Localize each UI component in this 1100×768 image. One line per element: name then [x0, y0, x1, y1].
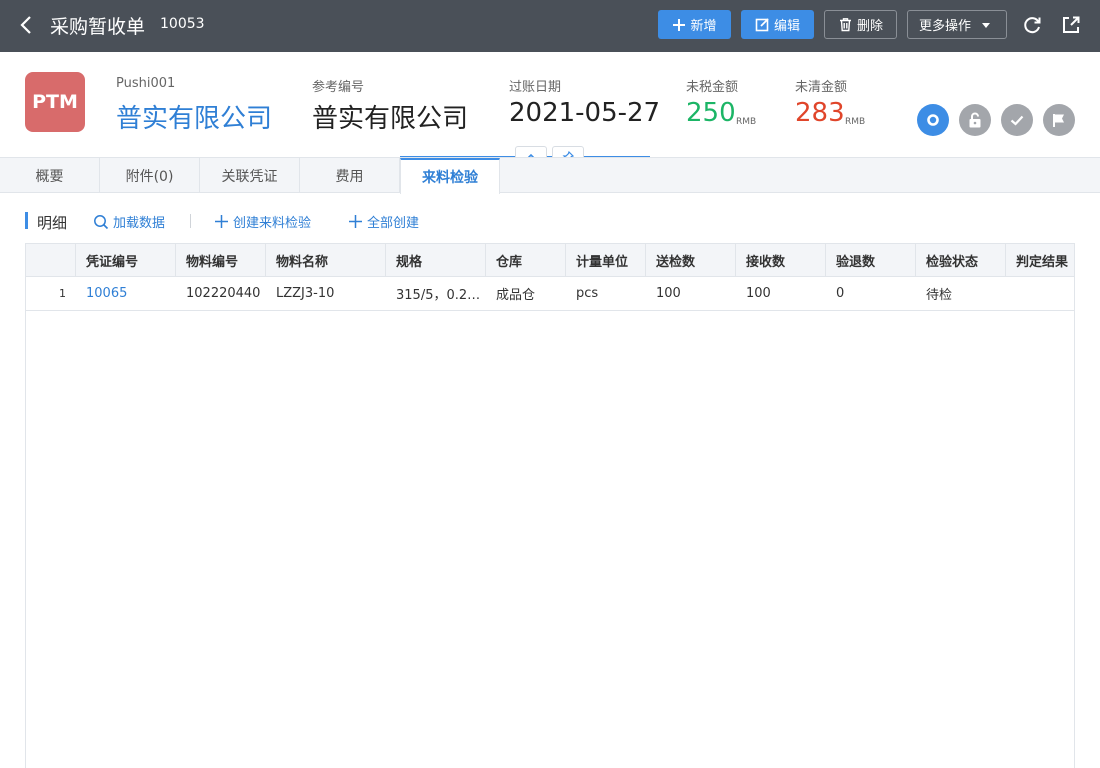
untaxed-amount-label: 未税金额	[686, 80, 739, 95]
inspection-status-cell: 待检	[926, 288, 953, 303]
reference-no-label: 参考编号	[312, 80, 365, 95]
edit-icon	[755, 18, 769, 32]
row-index-header	[26, 244, 76, 276]
section-marker	[25, 212, 28, 229]
tab-attachments[interactable]: 附件(0)	[100, 158, 200, 193]
load-data-button[interactable]: 加载数据	[93, 212, 165, 231]
received-qty-cell: 100	[746, 286, 771, 301]
warehouse-cell: 成品仓	[496, 288, 536, 303]
column-header[interactable]: 验退数	[826, 244, 916, 276]
toolbar-divider	[190, 214, 191, 228]
delete-button-label: 删除	[856, 19, 883, 34]
row-index: 1	[59, 287, 66, 300]
column-header[interactable]: 仓库	[486, 244, 566, 276]
untaxed-amount-currency: RMB	[736, 117, 757, 127]
sent-qty-cell: 100	[656, 286, 681, 301]
new-button-label: 新增	[690, 19, 717, 34]
status-open-icon[interactable]	[917, 104, 949, 136]
trash-icon	[839, 18, 851, 32]
table-row[interactable]: 1 10065 102220440 LZZJ3-10 315/5，0.2… 成品…	[26, 277, 1074, 311]
edit-button[interactable]: 编辑	[741, 10, 814, 39]
new-button[interactable]: 新增	[658, 10, 731, 39]
column-header[interactable]: 计量单位	[566, 244, 646, 276]
tab-incoming-inspection[interactable]: 来料检验	[400, 158, 500, 194]
create-inspection-button[interactable]: 创建来料检验	[214, 212, 311, 231]
company-logo: PTM	[25, 72, 85, 132]
open-amount-currency: RMB	[845, 117, 866, 127]
column-header[interactable]: 规格	[386, 244, 486, 276]
share-icon[interactable]	[1060, 14, 1082, 36]
table-header: 凭证编号 物料编号 物料名称 规格 仓库 计量单位 送检数 接收数 验退数 检验…	[26, 244, 1074, 277]
more-actions-label: 更多操作	[918, 19, 971, 34]
caret-down-icon	[982, 22, 990, 28]
top-bar: 采购暂收单 10053 新增 编辑 删除 更多操作	[0, 0, 1100, 52]
refresh-icon[interactable]	[1021, 14, 1043, 36]
partner-name-link[interactable]: 普实有限公司	[116, 98, 272, 135]
voucher-no-link[interactable]: 10065	[76, 277, 176, 310]
document-number: 10053	[160, 16, 205, 32]
detail-table: 凭证编号 物料编号 物料名称 规格 仓库 计量单位 送检数 接收数 验退数 检验…	[25, 243, 1075, 768]
plus-icon	[349, 215, 362, 228]
tab-related-vouchers[interactable]: 关联凭证	[200, 158, 300, 193]
delete-button[interactable]: 删除	[824, 10, 897, 39]
open-amount-value: 283	[795, 98, 845, 128]
create-all-button[interactable]: 全部创建	[348, 212, 419, 231]
column-header[interactable]: 送检数	[646, 244, 736, 276]
search-icon	[94, 214, 109, 229]
plus-icon	[215, 215, 228, 228]
column-header[interactable]: 接收数	[736, 244, 826, 276]
section-title: 明细	[37, 214, 68, 232]
create-inspection-label: 创建来料检验	[233, 216, 312, 231]
uom-cell: pcs	[576, 286, 599, 301]
edit-button-label: 编辑	[773, 19, 800, 34]
column-header[interactable]: 物料名称	[266, 244, 386, 276]
tab-overview[interactable]: 概要	[0, 158, 100, 193]
result-cell	[1006, 277, 1074, 310]
column-header[interactable]: 物料编号	[176, 244, 266, 276]
untaxed-amount-value: 250	[686, 98, 736, 128]
column-header[interactable]: 检验状态	[916, 244, 1006, 276]
create-all-label: 全部创建	[367, 216, 420, 231]
open-amount-label: 未清金额	[795, 80, 848, 95]
plus-icon	[673, 18, 686, 31]
more-actions-dropdown[interactable]: 更多操作	[907, 10, 1007, 39]
back-arrow-icon[interactable]	[16, 14, 38, 36]
column-header[interactable]: 凭证编号	[76, 244, 176, 276]
spec-cell: 315/5，0.2…	[396, 288, 481, 303]
status-lock-icon[interactable]	[959, 104, 991, 136]
column-header[interactable]: 判定结果	[1006, 244, 1074, 276]
material-no-cell: 102220440	[186, 286, 261, 301]
returned-qty-cell: 0	[836, 286, 845, 301]
partner-code-label: Pushi001	[116, 76, 176, 91]
material-name-cell: LZZJ3-10	[276, 286, 335, 301]
tab-expenses[interactable]: 费用	[300, 158, 400, 193]
status-flag-icon[interactable]	[1043, 104, 1075, 136]
posting-date-value: 2021-05-27	[509, 98, 661, 128]
tab-bar: 概要 附件(0) 关联凭证 费用 来料检验	[0, 157, 1100, 194]
reference-no-value: 普实有限公司	[312, 104, 469, 134]
page-title: 采购暂收单	[50, 16, 146, 38]
status-approved-icon[interactable]	[1001, 104, 1033, 136]
posting-date-label: 过账日期	[509, 80, 562, 95]
load-data-label: 加载数据	[113, 216, 166, 231]
